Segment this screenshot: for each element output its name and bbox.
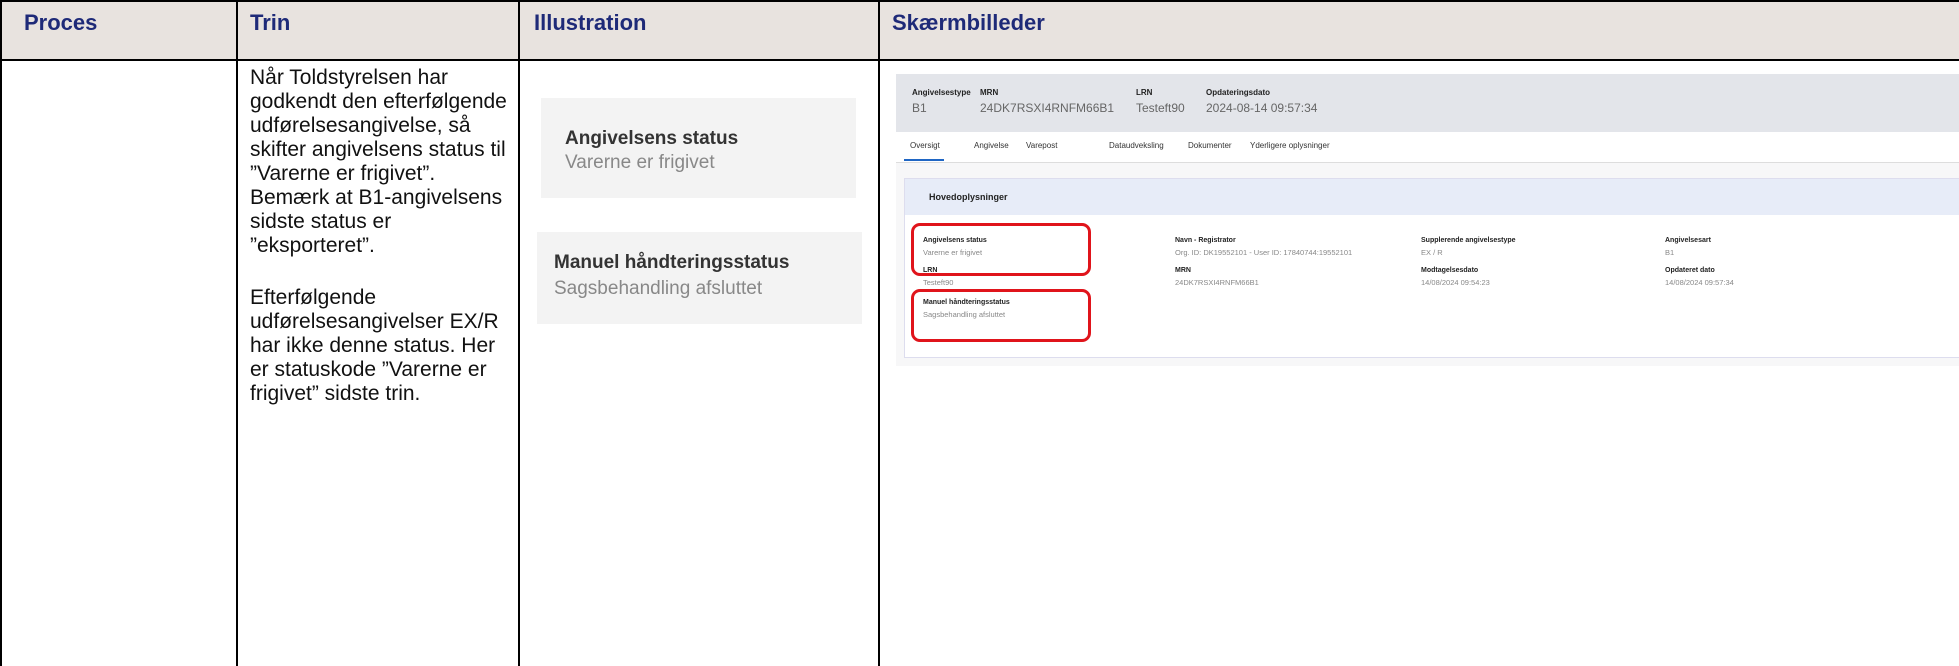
illustration-status-value: Varerne er frigivet	[565, 152, 715, 173]
header-proces: Proces	[24, 10, 98, 35]
highlight-box-status	[911, 223, 1091, 276]
declaration-header: Angivelsestype B1 MRN 24DK7RSXI4RNFM66B1…	[896, 74, 1959, 132]
trin-paragraph-1: Når Toldstyrelsen har godkendt den efter…	[250, 66, 507, 257]
declaration-tabs: Oversigt Angivelse Varepost Dataudveksli…	[896, 132, 1959, 163]
field-value-supplerende-angivelsestype: EX / R	[1421, 248, 1443, 257]
illustration-status-card: Angivelsens status Varerne er frigivet	[541, 98, 856, 198]
highlight-box-manual-status	[911, 289, 1091, 342]
field-label-modtagelsesdato: Modtagelsesdato	[1421, 267, 1479, 274]
header-label-lrn: LRN	[1136, 88, 1153, 97]
illustration-manual-value: Sagsbehandling afsluttet	[554, 278, 763, 299]
illustration-status-title: Angivelsens status	[565, 128, 739, 149]
field-value-angivelsesart: B1	[1665, 248, 1675, 257]
header-value-angivelsestype: B1	[912, 101, 927, 115]
panel-title: Hovedoplysninger	[929, 192, 1008, 202]
table-header-divider	[0, 59, 1959, 61]
illustration-manual-title: Manuel håndteringsstatus	[554, 252, 790, 273]
header-label-angivelsestype: Angivelsestype	[912, 88, 971, 97]
field-value-opdateret-dato: 14/08/2024 09:57:34	[1665, 278, 1734, 287]
column-divider-1	[236, 0, 238, 666]
column-divider-3	[878, 0, 880, 666]
hovedoplysninger-panel: Hovedoplysninger Angivelsens status Vare…	[904, 178, 1959, 358]
header-value-opdateringsdato: 2024-08-14 09:57:34	[1206, 101, 1318, 115]
column-divider-2	[518, 0, 520, 666]
active-tab-indicator	[904, 159, 944, 161]
table-left-border	[0, 0, 2, 666]
header-label-mrn: MRN	[980, 88, 999, 97]
trin-cell: Når Toldstyrelsen har godkendt den efter…	[250, 66, 512, 434]
tab-yderligere-oplysninger[interactable]: Yderligere oplysninger	[1250, 141, 1330, 150]
panel-header: Hovedoplysninger	[905, 179, 1959, 215]
table-top-border	[0, 0, 1959, 2]
field-label-supplerende-angivelsestype: Supplerende angivelsestype	[1421, 237, 1516, 244]
field-value-mrn: 24DK7RSXI4RNFM66B1	[1175, 278, 1259, 287]
trin-paragraph-2: Efterfølgende udførelsesangivelser EX/R …	[250, 286, 499, 405]
field-value-modtagelsesdato: 14/08/2024 09:54:23	[1421, 278, 1490, 287]
tab-oversigt[interactable]: Oversigt	[910, 141, 940, 150]
header-label-opdateringsdato: Opdateringsdato	[1206, 88, 1271, 97]
tab-varepost[interactable]: Varepost	[1026, 141, 1057, 150]
header-illustration: Illustration	[534, 10, 647, 35]
header-skaermbilleder: Skærmbilleder	[892, 10, 1045, 35]
process-table: Proces Trin Illustration Skærmbilleder N…	[0, 0, 1959, 666]
tab-dokumenter[interactable]: Dokumenter	[1188, 141, 1232, 150]
header-trin: Trin	[250, 10, 291, 35]
field-label-opdateret-dato: Opdateret dato	[1665, 267, 1715, 274]
field-label-mrn: MRN	[1175, 267, 1191, 274]
illustration-manual-card: Manuel håndteringsstatus Sagsbehandling …	[537, 232, 862, 324]
header-value-mrn: 24DK7RSXI4RNFM66B1	[980, 101, 1115, 115]
tab-angivelse[interactable]: Angivelse	[974, 141, 1009, 150]
tab-dataudveksling[interactable]: Dataudveksling	[1109, 141, 1164, 150]
field-value-navn-registrator: Org. ID: DK19552101 - User ID: 17840744:…	[1175, 248, 1353, 257]
header-value-lrn: Testeft90	[1136, 101, 1185, 115]
field-value-lrn: Testeft90	[923, 278, 954, 287]
screenshot-panel: Angivelsestype B1 MRN 24DK7RSXI4RNFM66B1…	[896, 74, 1959, 366]
field-label-navn-registrator: Navn - Registrator	[1175, 237, 1236, 244]
field-label-angivelsesart: Angivelsesart	[1665, 237, 1711, 244]
